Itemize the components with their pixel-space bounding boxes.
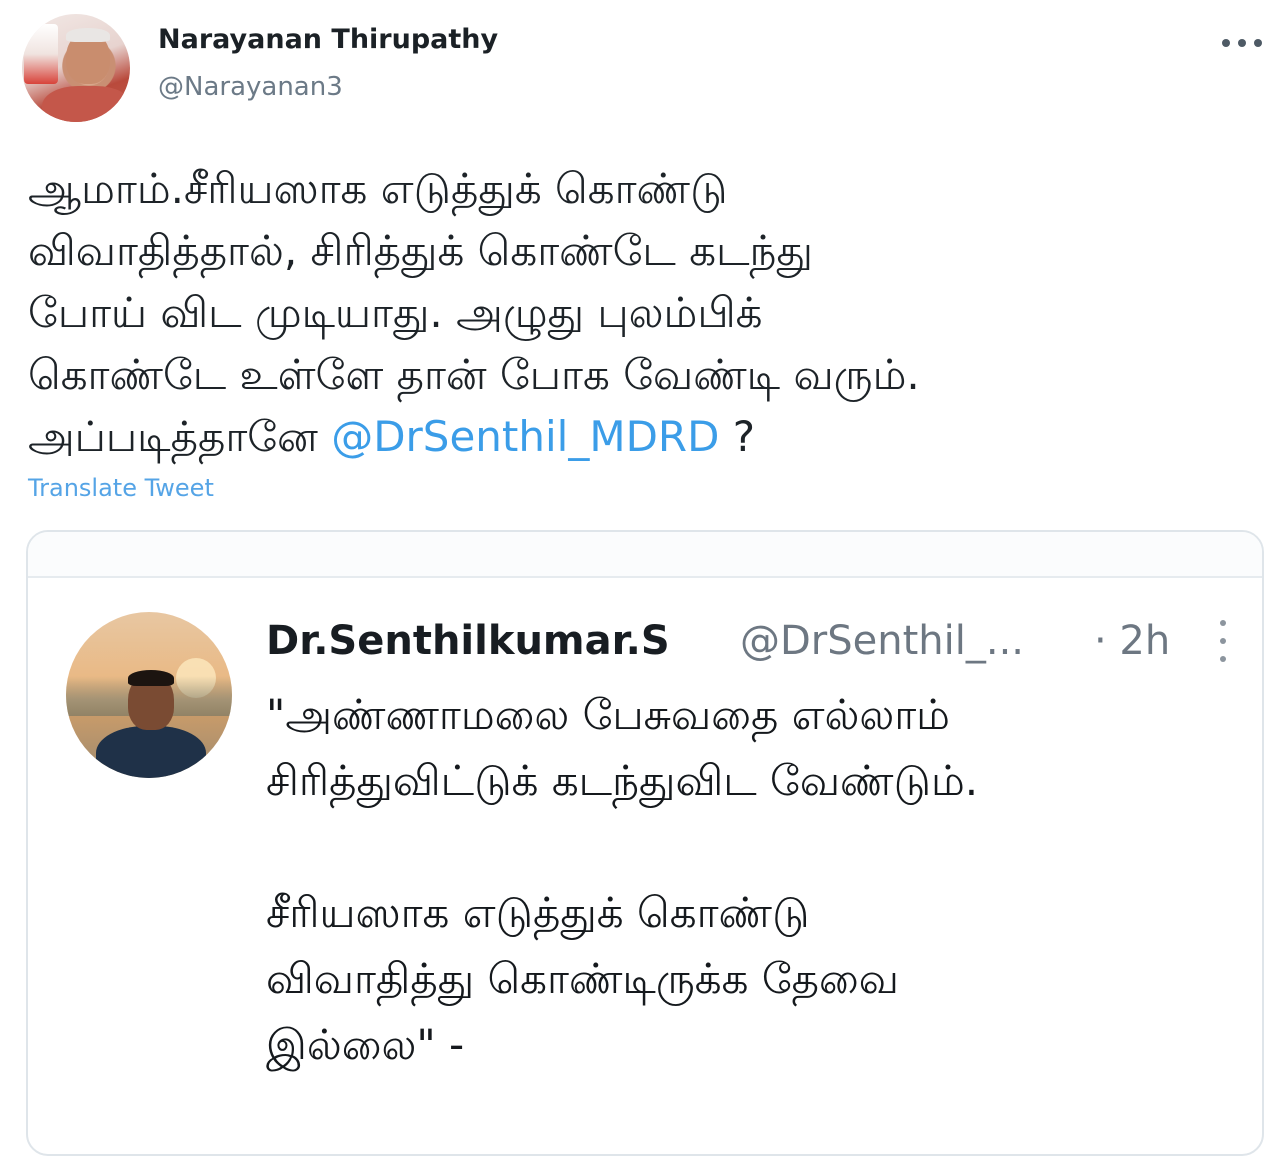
- avatar-hair-graphic: [128, 670, 174, 686]
- more-horizontal-icon[interactable]: [1222, 36, 1262, 50]
- quoted-tweet-text: "அண்ணாமலை பேசுவதை எல்லாம் சிரித்துவிட்டு…: [266, 682, 1246, 1078]
- quoted-tweet-card[interactable]: Dr.Senthilkumar.S @DrSenthil_... · 2h "அ…: [26, 530, 1264, 1156]
- avatar-flag-graphic: [24, 24, 58, 84]
- quoted-tweet-time[interactable]: · 2h: [1094, 618, 1170, 664]
- mention-link[interactable]: @DrSenthil_MDRD: [331, 412, 719, 461]
- tweet-text-suffix: ?: [719, 412, 756, 461]
- translate-tweet-link[interactable]: Translate Tweet: [28, 474, 214, 502]
- more-dot: [1222, 39, 1230, 47]
- quoted-author-name[interactable]: Dr.Senthilkumar.S: [266, 618, 670, 664]
- author-handle[interactable]: @Narayanan3: [158, 72, 343, 102]
- more-dot: [1220, 656, 1226, 662]
- tweet-text-line: கொண்டே உள்ளே தான் போக வேண்டி வரும்.: [28, 350, 920, 399]
- tweet-text: ஆமாம்.சீரியஸாக எடுத்துக் கொண்டு விவாதித்…: [28, 158, 1268, 468]
- more-dot: [1238, 39, 1246, 47]
- tweet-text-line: போய் விட முடியாது. அழுது புலம்பிக்: [28, 288, 763, 337]
- quoted-text-line: இல்லை" -: [266, 1020, 465, 1069]
- tweet-text-line-last: அப்படித்தானே @DrSenthil_MDRD ?: [28, 406, 1268, 468]
- more-dot: [1220, 620, 1226, 626]
- quoted-card-top-divider: [28, 532, 1262, 578]
- author-avatar[interactable]: [22, 14, 130, 122]
- quoted-author-avatar[interactable]: [66, 612, 232, 778]
- avatar-shirt-graphic: [42, 86, 130, 122]
- more-dot: [1254, 39, 1262, 47]
- quoted-text-line: சீரியஸாக எடுத்துக் கொண்டு: [266, 888, 810, 937]
- tweet-text-line: ஆமாம்.சீரியஸாக எடுத்துக் கொண்டு: [28, 164, 728, 213]
- tweet-text-segment: அப்படித்தானே: [28, 412, 318, 461]
- tweet-text-line: விவாதித்தால், சிரித்துக் கொண்டே கடந்து: [28, 226, 813, 275]
- quoted-text-line: சிரித்துவிட்டுக் கடந்துவிட வேண்டும்.: [266, 756, 979, 805]
- more-vertical-icon[interactable]: [1218, 620, 1228, 662]
- quoted-text-line: விவாதித்து கொண்டிருக்க தேவை: [266, 954, 899, 1003]
- avatar-hair-graphic: [66, 28, 110, 42]
- avatar-body-graphic: [96, 726, 206, 778]
- quoted-author-handle[interactable]: @DrSenthil_...: [740, 618, 1024, 664]
- more-dot: [1220, 638, 1226, 644]
- author-name[interactable]: Narayanan Thirupathy: [158, 24, 498, 55]
- quoted-text-line: "அண்ணாமலை பேசுவதை எல்லாம்: [266, 690, 950, 739]
- tweet-card: Narayanan Thirupathy @Narayanan3 ஆமாம்.ச…: [0, 0, 1280, 1173]
